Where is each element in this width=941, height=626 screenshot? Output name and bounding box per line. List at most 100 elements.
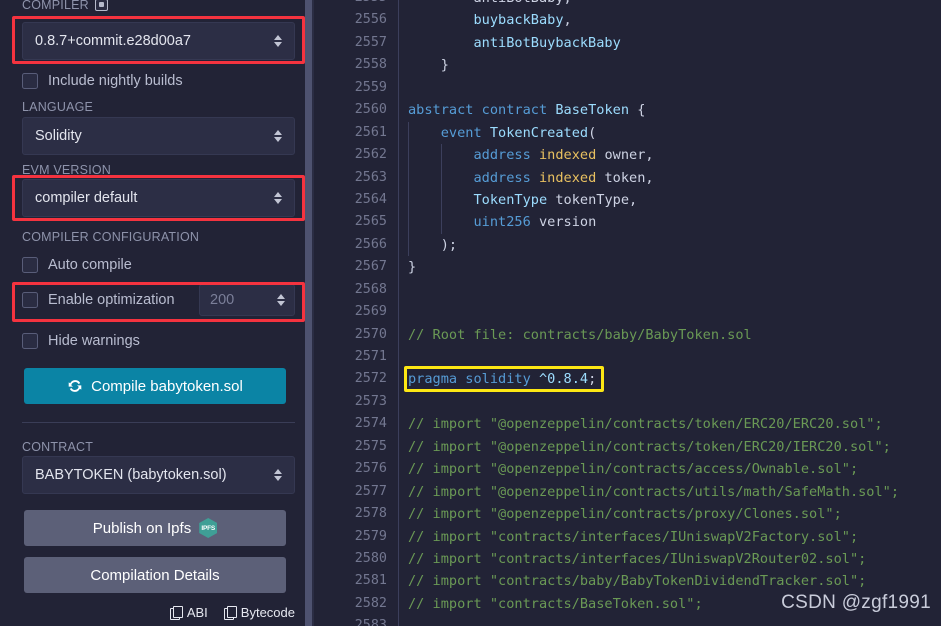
- code-text: pragma solidity ^0.8.4;: [408, 371, 597, 388]
- code-text: // Root file: contracts/baby/BabyToken.s…: [408, 326, 752, 343]
- code-line[interactable]: 2566 );: [314, 233, 941, 257]
- code-line[interactable]: 2564 TokenType tokenType,: [314, 188, 941, 212]
- editor-scrollbar[interactable]: [305, 0, 312, 626]
- indent-guide: [408, 121, 409, 145]
- bytecode-label: Bytecode: [240, 605, 295, 620]
- line-number: 2562: [354, 147, 387, 163]
- compilation-details-button[interactable]: Compilation Details: [24, 557, 286, 593]
- code-line[interactable]: 2563 address indexed token,: [314, 166, 941, 189]
- gutter-line: [398, 301, 399, 324]
- code-text: }: [408, 259, 417, 276]
- code-line[interactable]: 2574 // import "@openzeppelin/contracts/t…: [314, 413, 941, 436]
- auto-compile-checkbox[interactable]: [22, 257, 38, 273]
- compilation-details-label: Compilation Details: [90, 566, 220, 584]
- contract-section-label: CONTRACT: [22, 440, 93, 454]
- line-number: 2578: [354, 506, 387, 522]
- line-number: 2560: [354, 102, 387, 118]
- line-number: 2570: [354, 326, 387, 342]
- language-value: Solidity: [35, 128, 82, 144]
- indent-guide: [441, 188, 442, 212]
- line-number: 2573: [354, 393, 387, 409]
- indent-guide: [408, 188, 409, 212]
- copy-icon: [169, 605, 183, 620]
- line-number: 2569: [354, 304, 387, 320]
- code-line[interactable]: 2568: [314, 278, 941, 302]
- code-line[interactable]: 2581 // import "contracts/baby/BabyTokenD…: [314, 570, 941, 593]
- language-section-label: LANGUAGE: [22, 100, 93, 114]
- line-number: 2575: [354, 438, 387, 454]
- compiler-label-text: COMPILER: [22, 0, 89, 12]
- code-text: abstract contract BaseToken {: [408, 102, 646, 119]
- code-line[interactable]: 2576 // import "@openzeppelin/contracts/a…: [314, 458, 941, 481]
- solidity-compiler-panel: COMPILER 0.8.7+commit.e28d00a7 Include n…: [0, 0, 305, 626]
- line-number: 2563: [354, 169, 387, 185]
- contract-select[interactable]: BABYTOKEN (babytoken.sol): [22, 456, 295, 494]
- enable-optimization-row[interactable]: Enable optimization 200: [22, 284, 295, 316]
- line-number: 2566: [354, 236, 387, 252]
- line-number: 2568: [354, 281, 387, 297]
- hide-warnings-label: Hide warnings: [48, 333, 140, 349]
- evm-version-section-label: EVM VERSION: [22, 163, 111, 177]
- code-text: // import "contracts/BaseToken.sol";: [408, 595, 703, 612]
- code-line[interactable]: 2580 // import "contracts/interfaces/IUni…: [314, 547, 941, 571]
- code-text: // import "@openzeppelin/contracts/proxy…: [408, 506, 842, 523]
- hide-warnings-checkbox[interactable]: [22, 333, 38, 349]
- chevron-updown-icon: [274, 192, 282, 204]
- gutter-line: [398, 76, 399, 100]
- code-text: }: [408, 57, 449, 74]
- code-lines-container[interactable]: 2555 antiBotBaby,2556 buybackBaby,2557 a…: [314, 0, 941, 626]
- evm-label-text: EVM VERSION: [22, 163, 112, 177]
- chevron-updown-icon: [274, 130, 282, 142]
- include-nightly-builds-row[interactable]: Include nightly builds: [22, 68, 183, 94]
- publish-on-ipfs-button[interactable]: Publish on Ipfs IPFS: [24, 510, 286, 546]
- copy-abi-button[interactable]: ABI: [169, 605, 208, 620]
- copy-icon: [223, 605, 237, 620]
- line-number: 2571: [354, 349, 387, 364]
- code-line[interactable]: 2583: [314, 615, 941, 626]
- code-line[interactable]: 2579 // import "contracts/interfaces/IUni…: [314, 525, 941, 548]
- code-line[interactable]: 2570 // Root file: contracts/baby/BabyTok…: [314, 323, 941, 346]
- copy-bytecode-button[interactable]: Bytecode: [223, 605, 295, 620]
- code-line[interactable]: 2562 address indexed owner,: [314, 144, 941, 167]
- code-line[interactable]: 2560 abstract contract BaseToken {: [314, 99, 941, 122]
- code-line[interactable]: 2561 event TokenCreated(: [314, 121, 941, 145]
- code-line[interactable]: 2559: [314, 76, 941, 100]
- code-text: uint256 version: [473, 214, 597, 231]
- code-line[interactable]: 2571: [314, 346, 941, 369]
- code-text: // import "@openzeppelin/contracts/token…: [408, 416, 883, 433]
- code-text: // import "@openzeppelin/contracts/acces…: [408, 461, 859, 478]
- optimization-runs-input[interactable]: 200: [199, 284, 295, 316]
- code-line[interactable]: 2558 }: [314, 54, 941, 77]
- code-line[interactable]: 2578 // import "@openzeppelin/contracts/p…: [314, 503, 941, 526]
- code-line[interactable]: 2557 antiBotBuybackBaby: [314, 31, 941, 55]
- language-select[interactable]: Solidity: [22, 117, 295, 155]
- code-line[interactable]: 2556 buybackBaby,: [314, 9, 941, 32]
- auto-compile-row[interactable]: Auto compile: [22, 252, 132, 278]
- code-line[interactable]: 2567}: [314, 256, 941, 279]
- copy-actions-row: ABI Bytecode: [22, 605, 295, 620]
- compiler-version-select[interactable]: 0.8.7+commit.e28d00a7: [22, 22, 295, 60]
- code-line[interactable]: 2555 antiBotBaby,: [314, 0, 941, 10]
- code-line[interactable]: 2569: [314, 301, 941, 324]
- line-number: 2576: [354, 461, 387, 477]
- code-line[interactable]: 2573: [314, 390, 941, 414]
- code-text: buybackBaby,: [473, 12, 572, 29]
- compile-button-label: Compile babytoken.sol: [91, 377, 243, 395]
- line-number: 2557: [354, 34, 387, 50]
- include-nightly-builds-label: Include nightly builds: [48, 73, 183, 89]
- evm-version-select[interactable]: compiler default: [22, 179, 295, 217]
- enable-optimization-checkbox[interactable]: [22, 292, 38, 308]
- code-line[interactable]: 2572 pragma solidity ^0.8.4;: [314, 366, 941, 393]
- code-line[interactable]: 2577 // import "@openzeppelin/contracts/u…: [314, 480, 941, 504]
- hide-warnings-row[interactable]: Hide warnings: [22, 328, 140, 354]
- line-number: 2567: [354, 259, 387, 275]
- compile-button[interactable]: Compile babytoken.sol: [24, 368, 286, 404]
- indent-guide: [408, 166, 409, 189]
- code-line[interactable]: 2565 uint256 version: [314, 211, 941, 234]
- line-number: 2583: [354, 618, 387, 626]
- code-line[interactable]: 2575 // import "@openzeppelin/contracts/t…: [314, 435, 941, 459]
- indent-guide: [441, 144, 442, 167]
- include-nightly-builds-checkbox[interactable]: [22, 73, 38, 89]
- line-number: 2574: [354, 416, 387, 432]
- line-number: 2572: [354, 371, 387, 387]
